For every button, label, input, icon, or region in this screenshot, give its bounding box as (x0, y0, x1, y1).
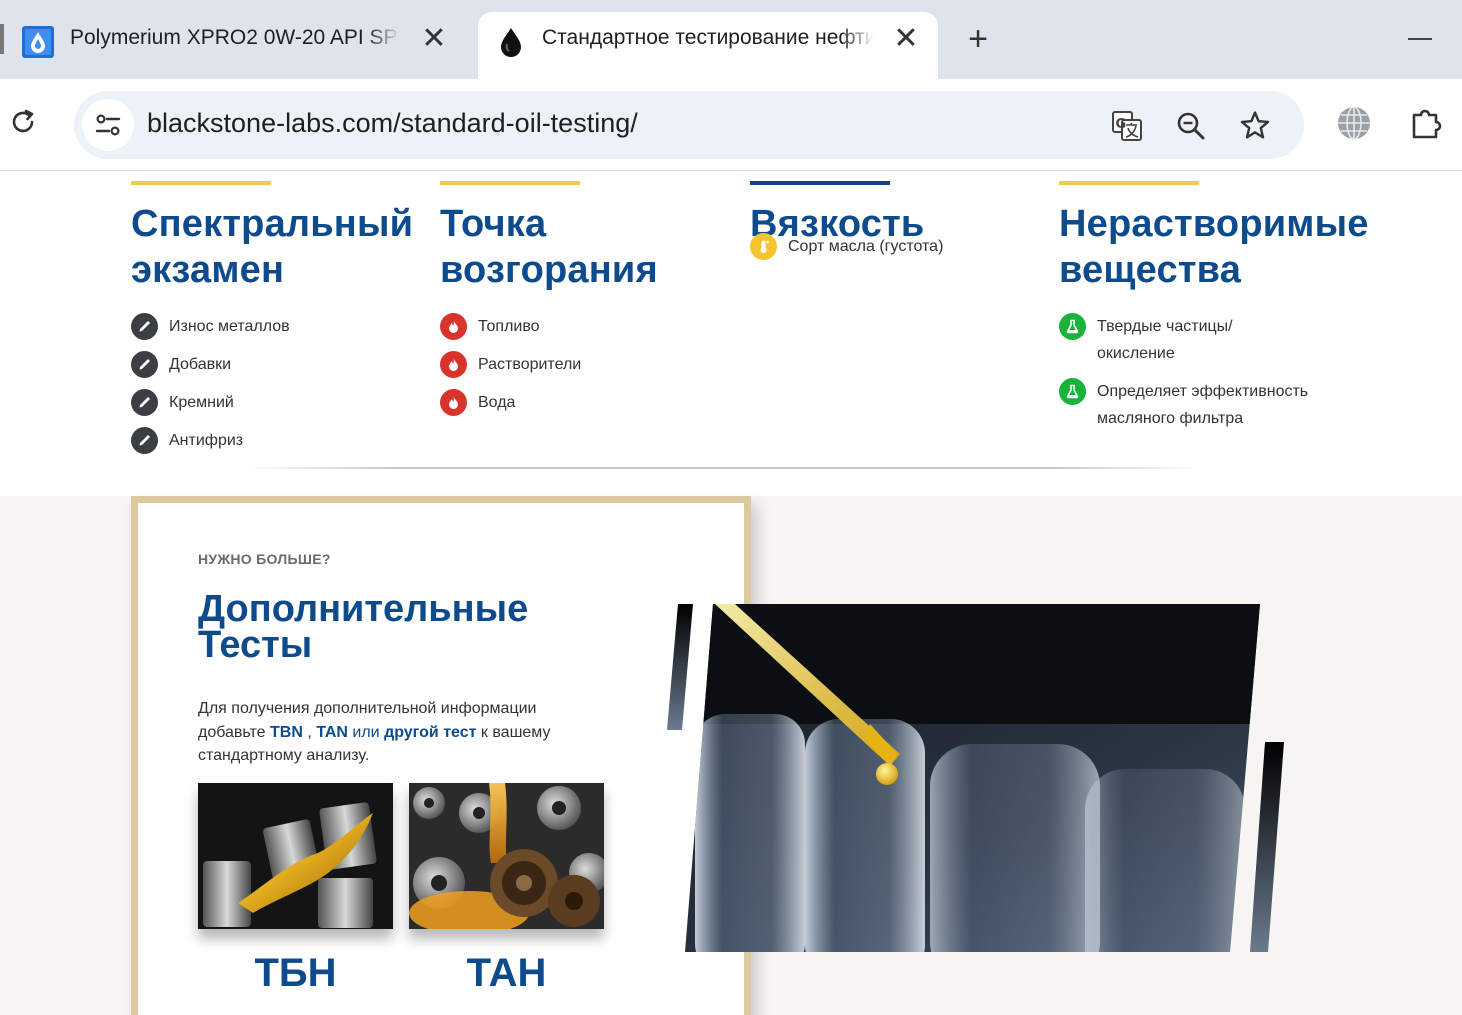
list-item: Растворители (440, 351, 740, 378)
dropper-icon (131, 389, 158, 416)
tab-title: Стандартное тестирование нефти (542, 26, 874, 49)
feature-flash-point: Точка возгорания Топливо Растворители Во… (440, 172, 740, 427)
additional-tests-card: НУЖНО БОЛЬШЕ? Дополнительные Тесты Для по… (131, 496, 751, 1015)
black-oil-drop-favicon-icon (501, 28, 521, 57)
flame-icon (440, 389, 467, 416)
address-bar[interactable]: blackstone-labs.com/standard-oil-testing… (74, 91, 1304, 159)
zoom-icon[interactable] (1174, 109, 1208, 143)
accent-bar (1059, 181, 1199, 185)
tab-strip: Polymerium XPRO2 0W-20 API SP ✕ Стандарт… (0, 0, 1462, 79)
close-tab-icon[interactable]: ✕ (891, 24, 921, 54)
list-item: Топливо (440, 313, 740, 340)
site-info-icon (95, 114, 121, 136)
tab-polymerium[interactable]: Polymerium XPRO2 0W-20 API SP ✕ (0, 12, 470, 79)
thermometer-icon (750, 233, 777, 260)
list-item: Кремний (131, 389, 431, 416)
feature-spectral: Спектральный экзамен Износ металлов Доба… (131, 172, 431, 465)
section-kicker: НУЖНО БОЛЬШЕ? (198, 551, 331, 567)
list-item: Вода (440, 389, 740, 416)
test-tubes-photo (665, 604, 1290, 954)
tbn-link[interactable]: TBN (270, 724, 303, 741)
feature-insolubles: Нерастворимые вещества Твердые частицы/ … (1059, 172, 1389, 443)
tab-standard-oil-testing[interactable]: Стандартное тестирование нефти ✕ (478, 12, 938, 79)
list-item: Твердые частицы/ окисление (1059, 313, 1309, 367)
accent-bar (131, 181, 271, 185)
close-tab-icon[interactable]: ✕ (419, 24, 449, 54)
feature-list: Износ металлов Добавки Кремний Антифриз (131, 313, 431, 454)
tbn-image[interactable] (198, 783, 393, 929)
feature-heading: Спектральный экзамен (131, 203, 414, 291)
list-item: Сорт масла (густота) (750, 233, 1050, 260)
flame-icon (440, 351, 467, 378)
site-info-button[interactable] (82, 99, 134, 151)
svg-text:G: G (1116, 117, 1127, 132)
translate-icon[interactable]: G (1110, 109, 1144, 143)
minimize-window-icon[interactable] (1408, 38, 1432, 40)
dropper-icon (131, 351, 158, 378)
reload-icon[interactable] (8, 107, 38, 137)
list-item: Износ металлов (131, 313, 431, 340)
new-tab-icon[interactable]: + (962, 22, 994, 56)
tab-title: Polymerium XPRO2 0W-20 API SP (70, 26, 398, 49)
flask-icon (1059, 378, 1086, 405)
tan-link[interactable]: TAN (316, 724, 348, 741)
feature-list: Твердые частицы/ окисление Определяет эф… (1059, 313, 1389, 432)
section-divider (245, 467, 1200, 469)
flame-icon (440, 313, 467, 340)
section-description: Для получения дополнительной информации … (198, 700, 551, 764)
section-title: Дополнительные Тесты (198, 588, 529, 666)
page-content: Спектральный экзамен Износ металлов Доба… (0, 172, 1462, 1015)
bookmark-star-icon[interactable] (1238, 109, 1272, 143)
tbn-label[interactable]: ТБН (198, 951, 393, 996)
other-test-link[interactable]: другой тест (384, 724, 476, 741)
accent-bar (750, 181, 890, 185)
feature-viscosity: Вязкость Сорт масла (густота) (750, 172, 1050, 271)
list-item: Определяет эффективность масляного фильт… (1059, 378, 1329, 432)
browser-toolbar: blackstone-labs.com/standard-oil-testing… (0, 79, 1462, 171)
feature-heading: Нерастворимые вещества (1059, 203, 1369, 291)
feature-heading: Точка возгорания (440, 203, 658, 291)
blue-oil-drop-favicon-icon (22, 26, 54, 58)
tan-image[interactable] (409, 783, 604, 929)
flask-icon (1059, 313, 1086, 340)
list-item: Добавки (131, 351, 431, 378)
globe-icon[interactable] (1336, 105, 1372, 141)
tan-label[interactable]: ТАН (409, 951, 604, 996)
feature-list: Сорт масла (густота) (750, 233, 1050, 260)
feature-list: Топливо Растворители Вода (440, 313, 740, 416)
dropper-icon (131, 427, 158, 454)
additional-tests-section: НУЖНО БОЛЬШЕ? Дополнительные Тесты Для по… (0, 496, 1462, 1015)
extensions-icon[interactable] (1408, 105, 1444, 141)
url-text[interactable]: blackstone-labs.com/standard-oil-testing… (147, 108, 638, 139)
accent-bar (440, 181, 580, 185)
list-item: Антифриз (131, 427, 431, 454)
dropper-icon (131, 313, 158, 340)
